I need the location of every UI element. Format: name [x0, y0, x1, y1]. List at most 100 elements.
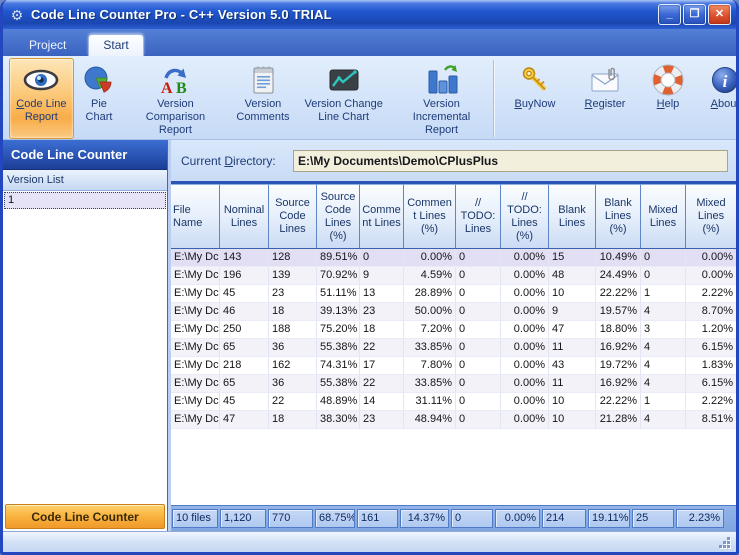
table-cell: 0.00% — [501, 357, 549, 374]
close-button[interactable]: ✕ — [708, 4, 731, 25]
table-cell: 1.20% — [686, 321, 736, 338]
resize-grip-icon[interactable] — [719, 537, 732, 550]
version-list-label: Version List — [3, 170, 167, 191]
column-header[interactable]: Comment Lines (%) — [404, 184, 456, 248]
table-cell: 4 — [641, 339, 686, 356]
table-cell: 0 — [641, 267, 686, 284]
table-row[interactable]: E:\My Dc14312889.51%00.00%00.00%1510.49%… — [171, 249, 736, 267]
tab-start[interactable]: Start — [88, 34, 143, 56]
svg-text:A: A — [161, 80, 173, 96]
version-comparison-report-button[interactable]: AB VersionComparison Report — [124, 58, 226, 139]
about-button[interactable]: i About — [697, 58, 739, 139]
column-header[interactable]: File Name — [171, 184, 220, 248]
table-cell: 0 — [456, 321, 501, 338]
table-cell: E:\My Dc — [171, 249, 220, 266]
ribbon-group-reports: Code LineReport PieChart AB VersionCompa… — [9, 58, 491, 139]
table-cell: 0.00% — [501, 267, 549, 284]
table-cell: 218 — [220, 357, 269, 374]
table-cell: 9 — [360, 267, 404, 284]
table-row[interactable]: E:\My Dc21816274.31%177.80%00.00%4319.72… — [171, 357, 736, 375]
table-row[interactable]: E:\My Dc452351.11%1328.89%00.00%1022.22%… — [171, 285, 736, 303]
table-row[interactable]: E:\My Dc452248.89%1431.11%00.00%1022.22%… — [171, 393, 736, 411]
code-line-report-button[interactable]: Code LineReport — [9, 58, 74, 139]
table-cell: 0 — [456, 357, 501, 374]
register-button[interactable]: Register — [571, 58, 639, 139]
button-label: BuyNow — [515, 98, 556, 111]
table-cell: 128 — [269, 249, 317, 266]
table-cell: 47 — [549, 321, 596, 338]
summary-cell: 0.00% — [495, 509, 540, 528]
column-header[interactable]: Mixed Lines (%) — [686, 184, 736, 248]
table-cell: 0 — [456, 375, 501, 392]
table-cell: 0.00% — [501, 375, 549, 392]
version-list-item[interactable]: 1 — [4, 192, 166, 209]
table-row[interactable]: E:\My Dc461839.13%2350.00%00.00%919.57%4… — [171, 303, 736, 321]
main-panel: Current Directory: E:\My Documents\Demo\… — [171, 140, 736, 531]
table-cell: 55.38% — [317, 375, 360, 392]
column-header[interactable]: Blank Lines — [549, 184, 596, 248]
column-header[interactable]: Source Code Lines — [269, 184, 317, 248]
version-comments-button[interactable]: VersionComments — [231, 58, 296, 139]
table-cell: 0 — [456, 267, 501, 284]
info-icon: i — [709, 62, 739, 98]
tab-bar: Project Start — [3, 29, 736, 56]
summary-cell: 1,120 — [220, 509, 266, 528]
current-directory-input[interactable]: E:\My Documents\Demo\CPlusPlus — [293, 150, 728, 172]
table-cell: 45 — [220, 285, 269, 302]
column-header[interactable]: // TODO: Lines — [456, 184, 501, 248]
ribbon-group-help: BuyNow Register Help i — [497, 58, 739, 139]
current-directory-label: Current Directory: — [181, 154, 293, 168]
table-cell: 0 — [456, 393, 501, 410]
button-label: Version — [236, 98, 289, 111]
table-cell: 33.85% — [404, 375, 456, 392]
ribbon: Code LineReport PieChart AB VersionCompa… — [3, 56, 736, 140]
button-label: Chart — [86, 111, 113, 124]
table-row[interactable]: E:\My Dc25018875.20%187.20%00.00%4718.80… — [171, 321, 736, 339]
table-cell: 33.85% — [404, 339, 456, 356]
table-cell: 23 — [360, 411, 404, 428]
table-cell: 196 — [220, 267, 269, 284]
column-header[interactable]: Mixed Lines — [641, 184, 686, 248]
table-cell: 0.00% — [501, 411, 549, 428]
table-row[interactable]: E:\My Dc19613970.92%94.59%00.00%4824.49%… — [171, 267, 736, 285]
table-cell: 0 — [456, 303, 501, 320]
version-incremental-report-button[interactable]: VersionIncremental Report — [392, 58, 491, 139]
table-cell: 46 — [220, 303, 269, 320]
version-change-line-chart-button[interactable]: Version ChangeLine Chart — [299, 58, 388, 139]
column-header[interactable]: Source Code Lines (%) — [317, 184, 360, 248]
table-row[interactable]: E:\My Dc653655.38%2233.85%00.00%1116.92%… — [171, 375, 736, 393]
svg-text:B: B — [176, 80, 187, 96]
minimize-button[interactable]: _ — [658, 4, 681, 25]
minimize-icon: _ — [666, 8, 672, 20]
table-header-row: File NameNominal LinesSource Code LinesS… — [171, 184, 736, 249]
tab-project[interactable]: Project — [15, 35, 80, 56]
table-cell: 18 — [269, 411, 317, 428]
table-cell: 89.51% — [317, 249, 360, 266]
help-button[interactable]: Help — [643, 58, 693, 139]
status-bar — [3, 531, 736, 554]
ab-compare-icon: AB — [159, 62, 191, 98]
pie-chart-button[interactable]: PieChart — [78, 58, 121, 139]
table-cell: E:\My Dc — [171, 267, 220, 284]
table-cell: 1 — [641, 393, 686, 410]
column-header[interactable]: Comment Lines — [360, 184, 404, 248]
table-cell: E:\My Dc — [171, 411, 220, 428]
table-cell: 65 — [220, 339, 269, 356]
table-cell: E:\My Dc — [171, 339, 220, 356]
table-cell: 75.20% — [317, 321, 360, 338]
table-row[interactable]: E:\My Dc653655.38%2233.85%00.00%1116.92%… — [171, 339, 736, 357]
table-cell: 4 — [641, 303, 686, 320]
maximize-icon: ❐ — [690, 7, 700, 20]
table-cell: 0 — [641, 249, 686, 266]
table-cell: 22 — [360, 375, 404, 392]
maximize-button[interactable]: ❐ — [683, 4, 706, 25]
column-header[interactable]: // TODO: Lines (%) — [501, 184, 549, 248]
column-header[interactable]: Nominal Lines — [220, 184, 269, 248]
window-title: Code Line Counter Pro - C++ Version 5.0 … — [31, 7, 658, 22]
buy-now-button[interactable]: BuyNow — [503, 58, 567, 139]
column-header[interactable]: Blank Lines (%) — [596, 184, 641, 248]
table-cell: 22 — [269, 393, 317, 410]
table-cell: E:\My Dc — [171, 303, 220, 320]
table-row[interactable]: E:\My Dc471838.30%2348.94%00.00%1021.28%… — [171, 411, 736, 429]
code-line-counter-nav-button[interactable]: Code Line Counter — [5, 504, 165, 529]
